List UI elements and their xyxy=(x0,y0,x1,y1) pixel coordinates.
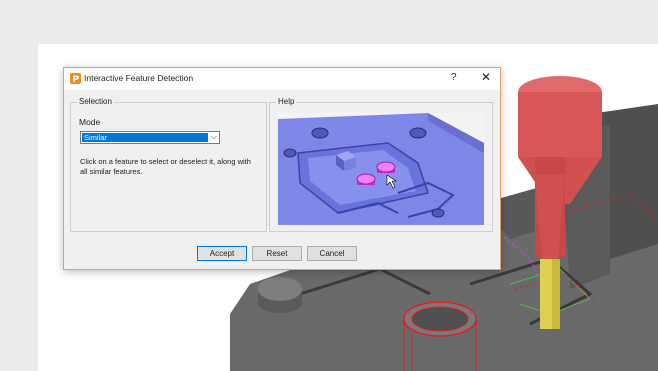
mode-dropdown[interactable]: Similar ⌵ xyxy=(80,131,220,144)
help-group: Help xyxy=(269,97,493,232)
mode-selected-value: Similar xyxy=(82,133,208,142)
dialog-titlebar: P Interactive Feature Detection ? ✕ xyxy=(64,68,500,90)
help-illustration xyxy=(278,113,484,225)
help-button[interactable]: ? xyxy=(451,72,457,83)
close-button[interactable]: ✕ xyxy=(481,70,491,84)
feature-detection-dialog: P Interactive Feature Detection ? ✕ Sele… xyxy=(63,67,501,270)
dialog-title: Interactive Feature Detection xyxy=(84,73,194,83)
powermill-logo-icon: P xyxy=(70,73,81,84)
mode-label: Mode xyxy=(79,117,101,127)
selection-group: Selection Mode Similar ⌵ Click on a feat… xyxy=(70,97,267,232)
help-group-label: Help xyxy=(276,97,297,106)
svg-text:P: P xyxy=(73,75,80,84)
cancel-button[interactable]: Cancel xyxy=(307,246,357,261)
selection-instructions: Click on a feature to select or deselect… xyxy=(80,157,251,176)
selection-group-label: Selection xyxy=(77,97,114,106)
chevron-down-icon: ⌵ xyxy=(210,132,217,141)
accept-button[interactable]: Accept xyxy=(197,246,247,261)
reset-button[interactable]: Reset xyxy=(252,246,302,261)
